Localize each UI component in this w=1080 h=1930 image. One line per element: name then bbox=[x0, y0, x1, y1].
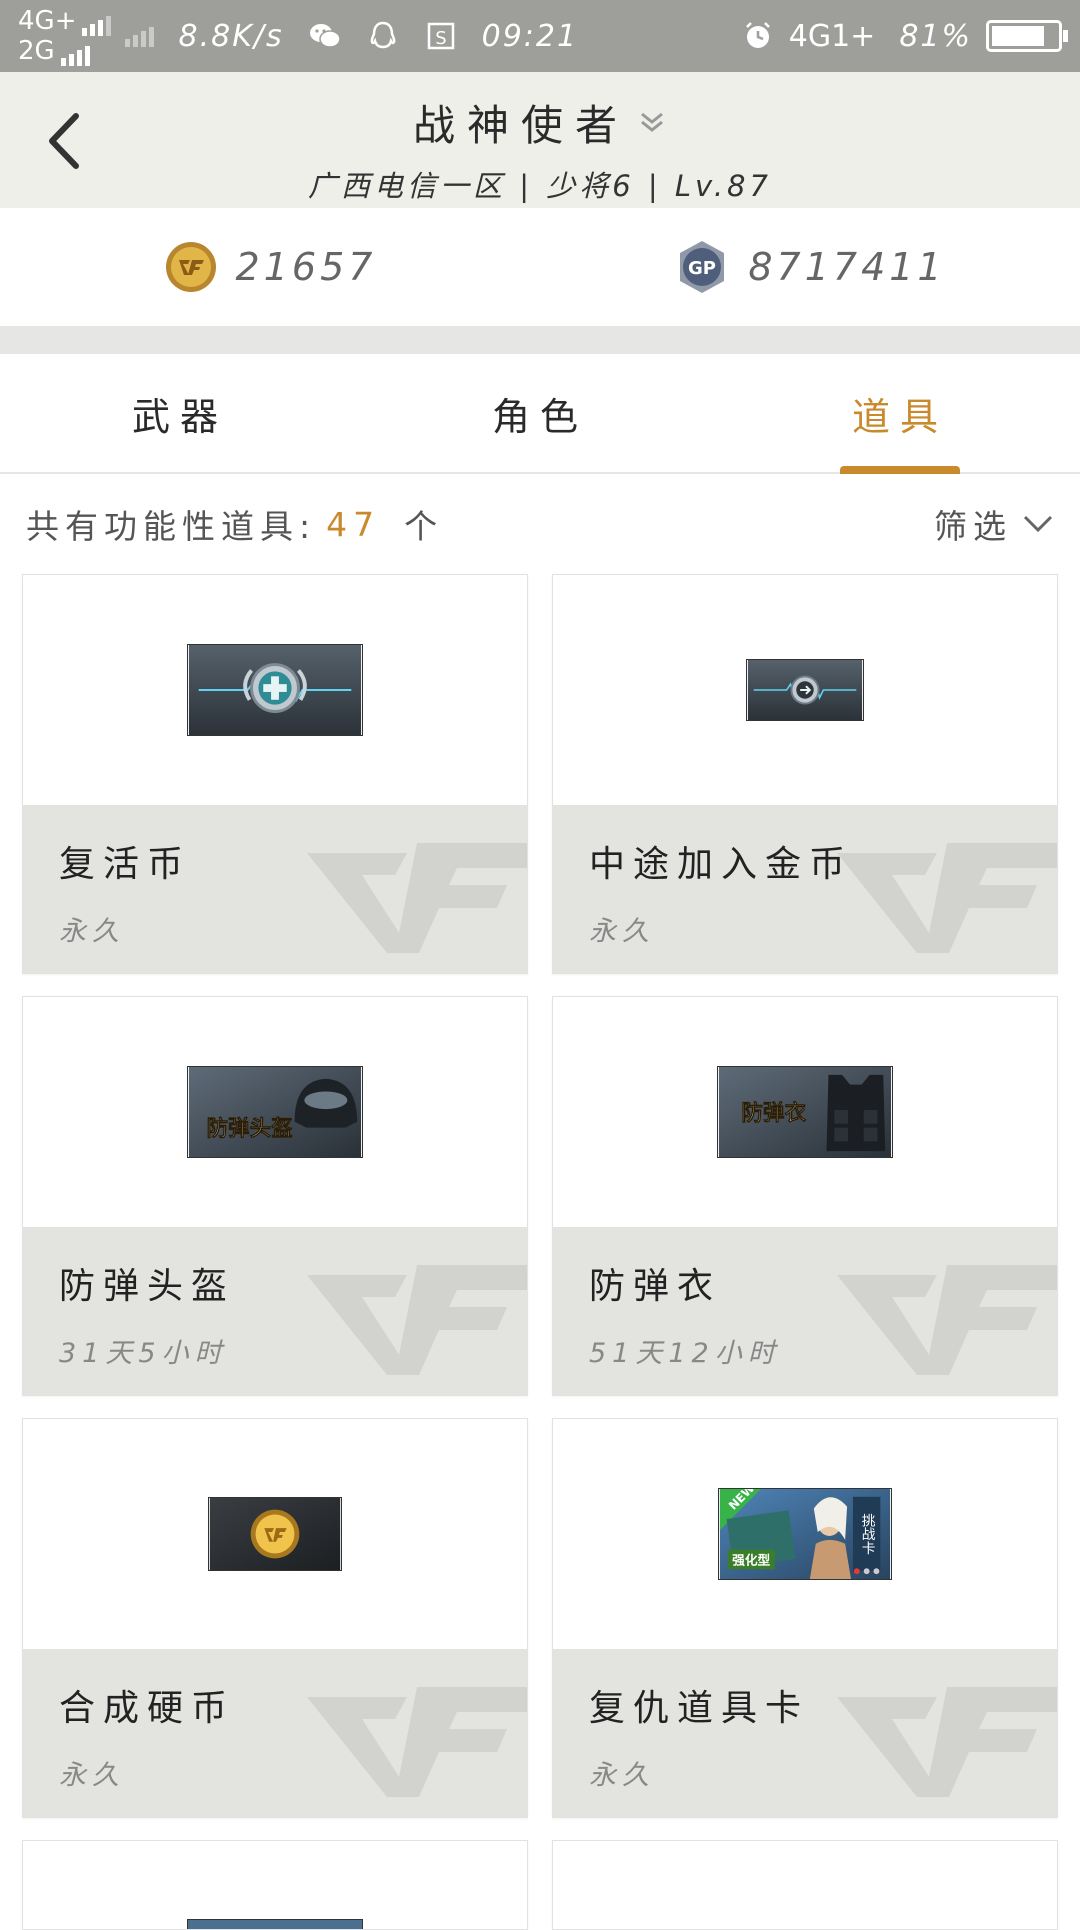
tab-items[interactable]: 道具 bbox=[720, 354, 1080, 472]
header-bar: 战神使者 广西电信一区 | 少将6 | Lv.87 bbox=[0, 72, 1080, 208]
cf-watermark-icon bbox=[307, 1265, 527, 1375]
item-duration: 31天5小时 bbox=[59, 1338, 228, 1369]
cf-value: 21657 bbox=[235, 245, 377, 289]
item-duration: 51天12小时 bbox=[589, 1338, 781, 1369]
wechat-icon bbox=[309, 24, 341, 48]
signal-icon bbox=[125, 25, 155, 47]
item-name: 复仇道具卡 bbox=[589, 1688, 810, 1729]
chevron-down-icon bbox=[641, 112, 663, 132]
cf-coin-icon bbox=[165, 242, 216, 292]
net-type-top: 4G+ bbox=[18, 6, 77, 36]
page-title: 战神使者 bbox=[412, 101, 629, 150]
item-card[interactable]: NEW 强化型 挑战卡 复仇道具卡 永久 bbox=[552, 1418, 1058, 1818]
signal-icon bbox=[60, 44, 90, 66]
item-card[interactable]: 复活币 永久 bbox=[22, 574, 528, 974]
item-duration: 永久 bbox=[589, 1760, 655, 1791]
synthesis-coin-thumbnail bbox=[208, 1497, 342, 1571]
cf-watermark-icon bbox=[307, 843, 527, 953]
s-icon: S bbox=[427, 22, 454, 50]
gp-value: 8717411 bbox=[748, 245, 946, 289]
currency-bar: 21657 GP 8717411 bbox=[0, 208, 1080, 326]
enhanced-badge: 强化型 bbox=[732, 1552, 770, 1567]
item-name: 防弹衣 bbox=[589, 1266, 722, 1307]
tab-characters[interactable]: 角色 bbox=[360, 354, 720, 472]
filter-label: 筛选 bbox=[934, 507, 1012, 546]
item-card[interactable] bbox=[552, 1840, 1058, 1930]
gp-label: GP bbox=[688, 258, 716, 279]
item-card[interactable] bbox=[22, 1840, 528, 1930]
filter-button[interactable]: 筛选 bbox=[934, 500, 1054, 548]
item-card[interactable]: 防弹衣 防弹衣 51天12小时 bbox=[552, 996, 1058, 1396]
cf-points: 21657 bbox=[0, 208, 540, 326]
alarm-icon bbox=[745, 22, 770, 48]
item-grid: 复活币 永久 中途加入金币 永久 防弹头盔 防弹头盔 31天5小时 防弹衣 防弹… bbox=[22, 574, 1058, 1930]
item-name: 中途加入金币 bbox=[589, 844, 854, 885]
item-name: 防弹头盔 bbox=[59, 1266, 236, 1307]
item-count-row: 共有功能性道具: 47 个 筛选 bbox=[0, 476, 1080, 572]
cf-watermark-icon bbox=[837, 1265, 1057, 1375]
revive-coin-thumbnail bbox=[187, 644, 363, 736]
thumb-label: 挑战卡 bbox=[859, 1513, 876, 1554]
network-indicator: 4G+ 2G bbox=[18, 6, 112, 66]
cf-watermark-icon bbox=[837, 1687, 1057, 1797]
item-duration: 永久 bbox=[59, 1760, 125, 1791]
join-coin-thumbnail bbox=[746, 659, 864, 721]
count-value: 47 bbox=[326, 504, 381, 544]
cf-watermark-icon bbox=[837, 843, 1057, 953]
battery-icon bbox=[986, 20, 1068, 52]
net-type-right: 4G1+ bbox=[788, 18, 876, 54]
vest-thumbnail: 防弹衣 bbox=[717, 1066, 893, 1158]
net-type-bottom: 2G bbox=[18, 36, 55, 66]
item-thumbnail bbox=[187, 1919, 363, 1929]
battery-percent: 81% bbox=[899, 18, 972, 54]
status-bar: 4G+ 2G 8.8K/s S 09:21 4G1+ 81% bbox=[0, 0, 1080, 72]
signal-icon bbox=[82, 14, 112, 36]
gp-points: GP 8717411 bbox=[540, 208, 1080, 326]
tab-weapons[interactable]: 武器 bbox=[0, 354, 360, 472]
item-card[interactable]: 合成硬币 永久 bbox=[22, 1418, 528, 1818]
thumb-label: 防弹衣 bbox=[741, 1100, 806, 1126]
item-duration: 永久 bbox=[589, 916, 655, 947]
player-name[interactable]: 战神使者 bbox=[413, 92, 667, 153]
category-tabs: 武器 角色 道具 bbox=[0, 354, 1080, 474]
helmet-thumbnail: 防弹头盔 bbox=[187, 1066, 363, 1158]
revenge-card-thumbnail: NEW 强化型 挑战卡 bbox=[718, 1488, 892, 1580]
item-duration: 永久 bbox=[59, 916, 125, 947]
section-divider bbox=[0, 326, 1080, 354]
item-card[interactable]: 中途加入金币 永久 bbox=[552, 574, 1058, 974]
count-suffix: 个 bbox=[404, 507, 444, 546]
svg-text:S: S bbox=[435, 28, 446, 49]
qq-icon bbox=[370, 21, 395, 49]
count-prefix: 共有功能性道具: bbox=[26, 507, 317, 546]
item-name: 复活币 bbox=[59, 844, 192, 885]
network-speed: 8.8K/s bbox=[178, 18, 284, 54]
cf-watermark-icon bbox=[307, 1687, 527, 1797]
chevron-down-icon bbox=[1023, 515, 1053, 533]
item-card[interactable]: 防弹头盔 防弹头盔 31天5小时 bbox=[22, 996, 528, 1396]
thumb-label: 防弹头盔 bbox=[207, 1115, 294, 1141]
gp-coin-icon: GP bbox=[680, 241, 725, 293]
item-name: 合成硬币 bbox=[59, 1688, 236, 1729]
clock: 09:21 bbox=[481, 18, 579, 54]
player-info: 广西电信一区 | 少将6 | Lv.87 bbox=[308, 169, 772, 203]
